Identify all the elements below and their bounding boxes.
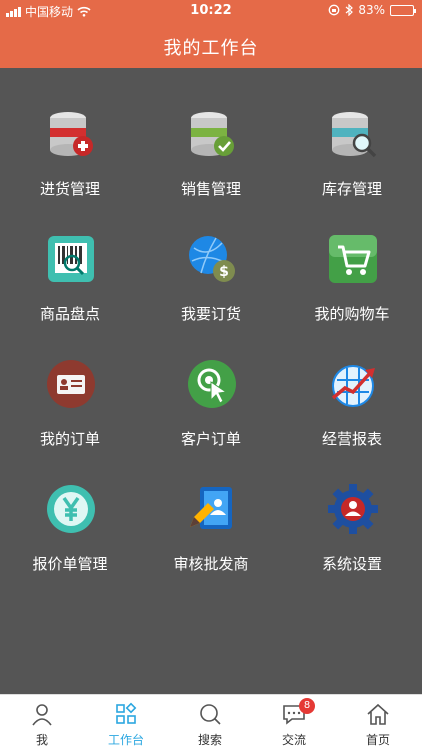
- tab-chat[interactable]: 8 交流: [252, 695, 336, 750]
- svg-text:$: $: [219, 264, 229, 280]
- tile-shopping-cart[interactable]: 我的购物车: [282, 193, 422, 323]
- tab-label: 搜索: [197, 733, 222, 747]
- unread-badge: 8: [299, 698, 315, 714]
- tab-label: 工作台: [107, 733, 144, 747]
- tile-sales-management[interactable]: 销售管理: [141, 68, 281, 198]
- yen-icon: [47, 485, 95, 533]
- tile-review-wholesalers[interactable]: 审核批发商: [141, 443, 281, 573]
- bottom-tab-bar: 我 工作台 搜索 8 交流 首页: [0, 694, 422, 750]
- id-card-icon: [47, 360, 95, 408]
- rotation-lock-icon: [328, 4, 340, 16]
- tile-system-settings[interactable]: 系统设置: [282, 443, 422, 573]
- bluetooth-icon: [345, 4, 354, 16]
- tile-my-orders[interactable]: 我的订单: [0, 318, 140, 448]
- page-title: 我的工作台: [163, 38, 259, 59]
- tile-purchase-management[interactable]: 进货管理: [0, 68, 140, 198]
- tab-label: 我: [35, 733, 48, 747]
- db-add-icon: [50, 112, 93, 156]
- tile-stocktaking[interactable]: 商品盘点: [0, 193, 140, 323]
- gear-user-icon: [328, 484, 378, 534]
- touch-click-icon: [188, 360, 236, 408]
- tab-search[interactable]: 搜索: [168, 695, 252, 750]
- tile-business-reports[interactable]: 经营报表: [282, 318, 422, 448]
- tab-home[interactable]: 首页: [336, 695, 420, 750]
- address-book-edit-icon: [190, 487, 232, 529]
- status-bar: 中国移动 10:22 83%: [0, 0, 422, 22]
- tile-label: 报价单管理: [32, 555, 108, 573]
- tile-label: 审核批发商: [173, 555, 249, 573]
- workbench-icon: [116, 702, 137, 724]
- home-icon: [367, 703, 389, 725]
- barcode-scan-icon: [48, 236, 94, 282]
- tile-customer-orders[interactable]: 客户订单: [141, 318, 281, 448]
- tab-label: 首页: [365, 733, 390, 747]
- app-header: 中国移动 10:22 83% 我的工作台: [0, 0, 422, 68]
- battery-icon: [390, 4, 416, 16]
- globe-dollar-icon: $: [189, 236, 235, 282]
- workbench-grid: 进货管理 销售管理 库存管理 商品盘点 $ 我要订货 我的购物车 我的订单 客户…: [0, 68, 422, 694]
- tile-place-order[interactable]: $ 我要订货: [141, 193, 281, 323]
- chart-arrow-icon: [331, 365, 375, 407]
- db-check-icon: [191, 112, 234, 156]
- tile-label: 系统设置: [321, 555, 382, 573]
- tab-me[interactable]: 我: [0, 695, 84, 750]
- battery-percent: 83%: [358, 3, 385, 17]
- tile-inventory-management[interactable]: 库存管理: [282, 68, 422, 198]
- tab-workbench[interactable]: 工作台: [84, 695, 168, 750]
- tile-quotation-management[interactable]: 报价单管理: [0, 443, 140, 573]
- shopping-cart-icon: [329, 235, 377, 283]
- db-search-icon: [332, 112, 377, 158]
- person-icon: [32, 704, 52, 726]
- tab-label: 交流: [281, 733, 306, 747]
- search-icon: [200, 704, 221, 725]
